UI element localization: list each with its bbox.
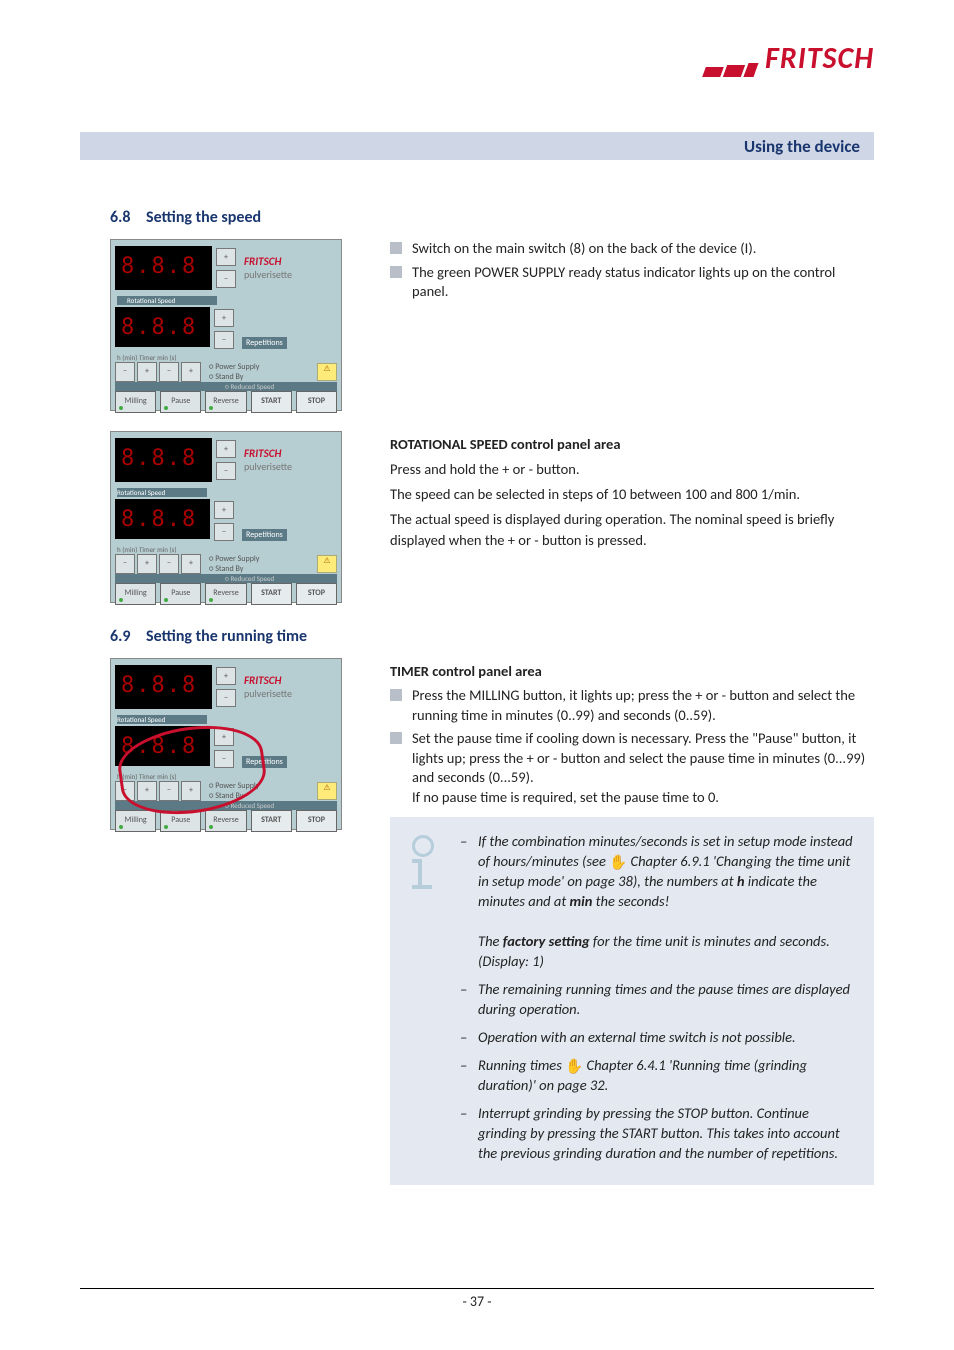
section-number: 6.8: [110, 208, 146, 227]
body-text: The speed can be selected in steps of 10…: [390, 484, 874, 505]
square-bullet-icon: [390, 242, 402, 254]
info-icon: [408, 835, 438, 889]
panel-brand: FRITSCH: [244, 255, 281, 268]
section-number: 6.9: [110, 627, 146, 646]
info-item: –Interrupt grinding by pressing the STOP…: [460, 1103, 856, 1163]
square-bullet-icon: [390, 732, 402, 744]
stop-button: STOP: [296, 391, 337, 413]
power-supply-label: Power Supply: [215, 362, 259, 372]
body-text: The actual speed is displayed during ope…: [390, 509, 874, 551]
logo-text: FRITSCH: [765, 40, 874, 77]
info-item: –The remaining running times and the pau…: [460, 979, 856, 1019]
repetitions-label: Repetitions: [242, 337, 287, 349]
info-item: – Running times ✋ Chapter 6.4.1 'Running…: [460, 1055, 856, 1095]
logo-bars-icon: [704, 63, 759, 77]
body-text: Press and hold the + or - button.: [390, 459, 874, 480]
milling-button: Milling: [115, 391, 156, 413]
info-note-box: – If the combination minutes/seconds is …: [390, 817, 874, 1185]
list-item: Press the MILLING button, it lights up; …: [390, 686, 874, 725]
control-panel-figure: +− FRITSCHpulverisette Rotational Speed …: [110, 239, 342, 411]
reverse-button: Reverse: [205, 391, 246, 413]
warning-icon: ⚠: [317, 555, 337, 573]
square-bullet-icon: [390, 689, 402, 701]
start-button: START: [251, 391, 292, 413]
warning-icon: ⚠: [317, 782, 337, 800]
warning-icon: ⚠: [317, 363, 337, 381]
brand-logo: FRITSCH: [704, 40, 874, 77]
pause-button: Pause: [160, 391, 201, 413]
stand-by-label: Stand By: [215, 372, 243, 382]
list-item: The green POWER SUPPLY ready status indi…: [390, 263, 874, 302]
panel-model: pulverisette: [244, 268, 292, 281]
reduced-speed-label: Reduced Speed: [230, 382, 274, 391]
page-number: - 37 -: [80, 1288, 874, 1310]
rotational-speed-heading: ROTATIONAL SPEED control panel area: [390, 435, 874, 453]
rotational-speed-label: Rotational Speed: [117, 296, 217, 305]
list-item: Switch on the main switch (8) on the bac…: [390, 239, 874, 259]
section-6-9-heading: 6.9 Setting the running time: [110, 627, 874, 646]
timer-row-labels: h (min) Timer min (s): [111, 353, 341, 362]
section-title: Setting the speed: [146, 208, 261, 227]
section-6-8-heading: 6.8 Setting the speed: [110, 208, 874, 227]
control-panel-figure-timer: +− FRITSCHpulverisette Rotational Speed …: [110, 658, 342, 830]
info-item: – If the combination minutes/seconds is …: [460, 831, 856, 971]
crossref-icon: ✋: [565, 1056, 583, 1076]
control-panel-figure: +− FRITSCHpulverisette Rotational Speed …: [110, 431, 342, 603]
crossref-icon: ✋: [609, 852, 627, 872]
section-title: Setting the running time: [146, 627, 307, 646]
no-pause-note: If no pause time is required, set the pa…: [412, 788, 719, 806]
timer-heading: TIMER control panel area: [390, 662, 874, 680]
page-title: Using the device: [80, 132, 874, 160]
info-item: –Operation with an external time switch …: [460, 1027, 856, 1047]
list-item: Set the pause time if cooling down is ne…: [390, 729, 874, 807]
square-bullet-icon: [390, 266, 402, 278]
